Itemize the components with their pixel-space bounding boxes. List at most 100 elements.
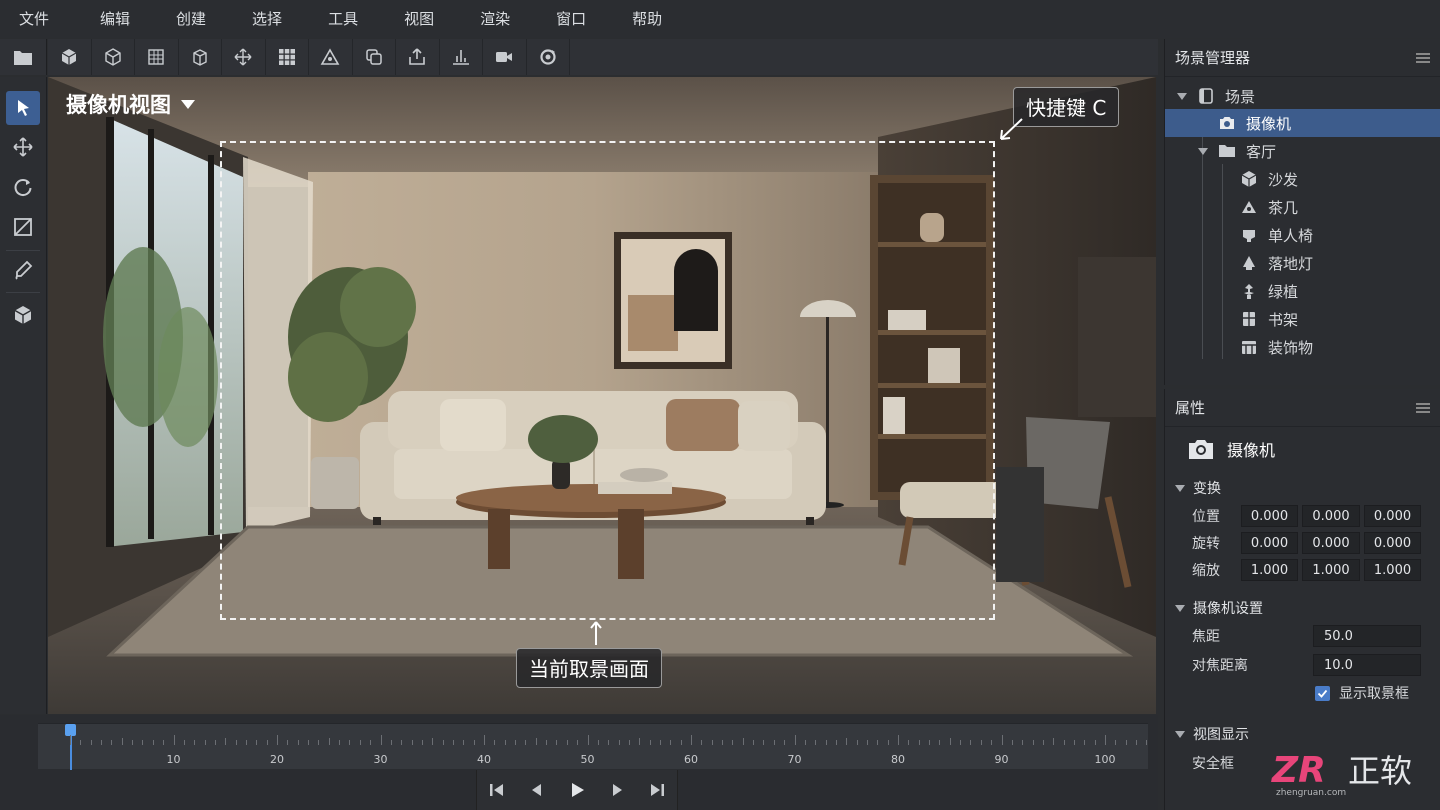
panel-menu-icon[interactable] <box>1416 52 1430 63</box>
solid-cube-button[interactable] <box>48 39 92 75</box>
tree-item-floor-lamp[interactable]: 落地灯 <box>1165 249 1440 277</box>
menu-window[interactable]: 窗口 <box>543 0 599 38</box>
skip-start-icon <box>490 784 503 796</box>
timeline-tick <box>701 740 703 745</box>
timeline-tick <box>473 740 475 745</box>
tree-item-scene[interactable]: 场景 <box>1165 82 1440 110</box>
focus-distance-field[interactable]: 10.0 <box>1313 654 1421 676</box>
properties-panel: 属性 摄像机 变换 位置 0.000 0.000 0.000 旋转 0.000 … <box>1164 389 1440 810</box>
next-frame-button[interactable] <box>597 770 637 810</box>
scene-manager-header: 场景管理器 <box>1165 39 1440 77</box>
timeline-tick <box>846 738 848 745</box>
scale-tool[interactable] <box>6 210 40 244</box>
timeline-ruler[interactable]: 10 20 30 40 50 60 70 80 90 100 <box>38 723 1148 770</box>
box-edge-button[interactable] <box>179 39 222 75</box>
scale-icon <box>14 218 32 236</box>
scale-label: 缩放 <box>1192 563 1220 579</box>
timeline-tick <box>494 740 496 745</box>
tree-item-living-room[interactable]: 客厅 <box>1165 137 1440 165</box>
timeline-tick <box>732 740 734 745</box>
rotation-z-field[interactable]: 0.000 <box>1364 532 1421 554</box>
wire-cube-button[interactable] <box>92 39 135 75</box>
camera-viewport[interactable]: 摄像机视图 快捷键 C 当前取景画面 <box>48 77 1156 714</box>
app-window: 文件 编辑 创建 选择 工具 视图 渲染 窗口 帮助 摄像机视图 快捷键 C 当… <box>0 0 1440 810</box>
rotate-tool[interactable] <box>6 170 40 204</box>
render-button[interactable] <box>527 39 570 75</box>
duplicate-button[interactable] <box>353 39 396 75</box>
skip-start-button[interactable] <box>477 770 517 810</box>
timeline-tick <box>1073 740 1075 745</box>
tree-item-plant[interactable]: 绿植 <box>1165 277 1440 305</box>
rotation-x-field[interactable]: 0.000 <box>1241 532 1298 554</box>
camera-icon <box>1218 114 1236 132</box>
terrain-button[interactable] <box>309 39 353 75</box>
menu-render[interactable]: 渲染 <box>467 0 523 38</box>
move-axis-button[interactable] <box>222 39 266 75</box>
main-toolbar <box>48 39 1158 75</box>
position-z-field[interactable]: 0.000 <box>1364 505 1421 527</box>
align-button[interactable] <box>440 39 483 75</box>
position-y-field[interactable]: 0.000 <box>1302 505 1360 527</box>
menu-select[interactable]: 选择 <box>239 0 295 38</box>
tree-label: 书架 <box>1268 310 1299 329</box>
panel-menu-icon[interactable] <box>1416 402 1430 413</box>
tree-label: 沙发 <box>1268 170 1299 189</box>
timeline-tick <box>349 740 351 745</box>
tool-column <box>0 77 47 714</box>
timeline-tick <box>929 740 931 745</box>
menu-view[interactable]: 视图 <box>391 0 447 38</box>
menu-create[interactable]: 创建 <box>163 0 219 38</box>
tree-item-decor[interactable]: 装饰物 <box>1165 333 1440 361</box>
menu-file[interactable]: 文件 <box>6 0 62 38</box>
tree-item-sofa[interactable]: 沙发 <box>1165 165 1440 193</box>
expand-arrow-icon[interactable] <box>1177 92 1187 100</box>
position-x-field[interactable]: 0.000 <box>1241 505 1298 527</box>
rotation-y-field[interactable]: 0.000 <box>1302 532 1360 554</box>
move-tool[interactable] <box>6 130 40 164</box>
section-title: 摄像机设置 <box>1193 601 1263 617</box>
open-folder-button[interactable] <box>0 39 47 75</box>
expand-arrow-icon[interactable] <box>1198 147 1208 155</box>
transform-section-header[interactable]: 变换 <box>1165 475 1440 501</box>
timeline-tick <box>80 740 82 745</box>
paint-tool[interactable] <box>6 253 40 287</box>
grid-cube-button[interactable] <box>135 39 179 75</box>
timeline-tick <box>101 740 103 745</box>
timeline-tick <box>1115 740 1117 745</box>
select-tool[interactable] <box>6 91 40 125</box>
timeline-tick <box>691 735 692 745</box>
scale-x-field[interactable]: 1.000 <box>1241 559 1298 581</box>
menu-edit[interactable]: 编辑 <box>87 0 143 38</box>
tree-item-armchair[interactable]: 单人椅 <box>1165 221 1440 249</box>
menu-help[interactable]: 帮助 <box>619 0 675 38</box>
timeline-label: 80 <box>891 753 905 766</box>
export-button[interactable] <box>396 39 440 75</box>
prev-frame-button[interactable] <box>517 770 557 810</box>
grid-button[interactable] <box>266 39 309 75</box>
timeline-label: 70 <box>787 753 802 766</box>
timeline-tick <box>1063 740 1065 745</box>
timeline-tick <box>794 735 796 745</box>
timeline-tick <box>525 740 527 745</box>
position-label: 位置 <box>1192 509 1220 525</box>
object-tool[interactable] <box>6 298 40 332</box>
tree-item-coffee-table[interactable]: 茶几 <box>1165 193 1440 221</box>
transport-controls <box>476 770 678 810</box>
menu-tools[interactable]: 工具 <box>315 0 371 38</box>
skip-end-button[interactable] <box>637 770 677 810</box>
tree-item-camera[interactable]: 摄像机 <box>1165 109 1440 137</box>
camera-button[interactable] <box>483 39 527 75</box>
focal-length-field[interactable]: 50.0 <box>1313 625 1421 647</box>
tree-item-bookshelf[interactable]: 书架 <box>1165 305 1440 333</box>
view-display-section-header[interactable]: 视图显示 <box>1165 721 1440 747</box>
timeline-label: 100 <box>1094 753 1116 766</box>
timeline-tick <box>587 735 589 745</box>
camera-settings-section-header[interactable]: 摄像机设置 <box>1165 595 1440 621</box>
timeline-tick <box>152 740 154 745</box>
viewport-view-selector[interactable]: 摄像机视图 <box>66 89 195 119</box>
timeline-tick <box>132 740 134 745</box>
scale-y-field[interactable]: 1.000 <box>1302 559 1360 581</box>
play-button[interactable] <box>557 770 597 810</box>
scale-z-field[interactable]: 1.000 <box>1364 559 1421 581</box>
show-frame-checkbox[interactable] <box>1315 685 1330 701</box>
